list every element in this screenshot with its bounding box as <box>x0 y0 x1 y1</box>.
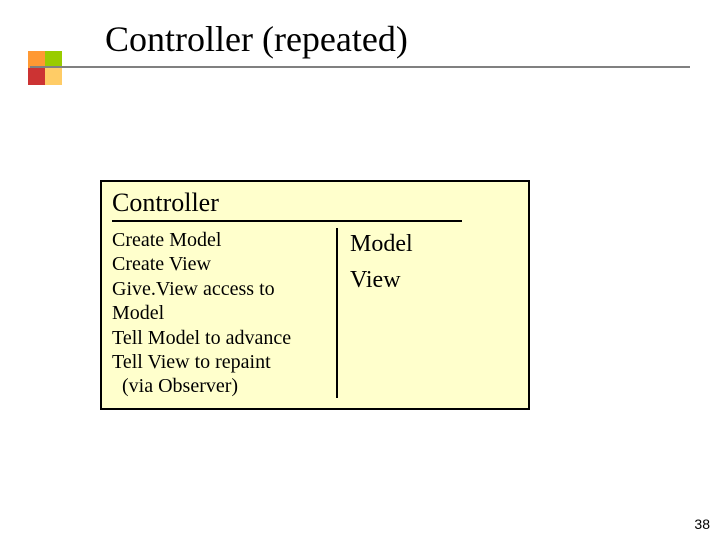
controller-box: Controller Create Model Create View Give… <box>100 180 530 410</box>
controller-responsibilities-list: Create Model Create View Give.View acces… <box>112 228 330 399</box>
list-item: Create Model <box>112 228 330 252</box>
title-underline <box>30 66 690 68</box>
list-item: Tell View to repaint <box>112 350 330 374</box>
box-header-underline <box>112 220 462 222</box>
components-list: Model View <box>350 226 413 298</box>
component-label: Model <box>350 226 413 262</box>
vertical-divider <box>336 228 338 398</box>
box-header: Controller <box>112 188 219 218</box>
slide-title: Controller (repeated) <box>105 18 408 60</box>
list-item: (via Observer) <box>112 374 330 398</box>
decoration-square <box>28 68 45 85</box>
component-label: View <box>350 262 413 298</box>
list-item: Model <box>112 301 330 325</box>
decoration-square <box>45 68 62 85</box>
list-item: Tell Model to advance <box>112 326 330 350</box>
list-item: Create View <box>112 252 330 276</box>
page-number: 38 <box>694 516 710 532</box>
list-item: Give.View access to <box>112 277 330 301</box>
